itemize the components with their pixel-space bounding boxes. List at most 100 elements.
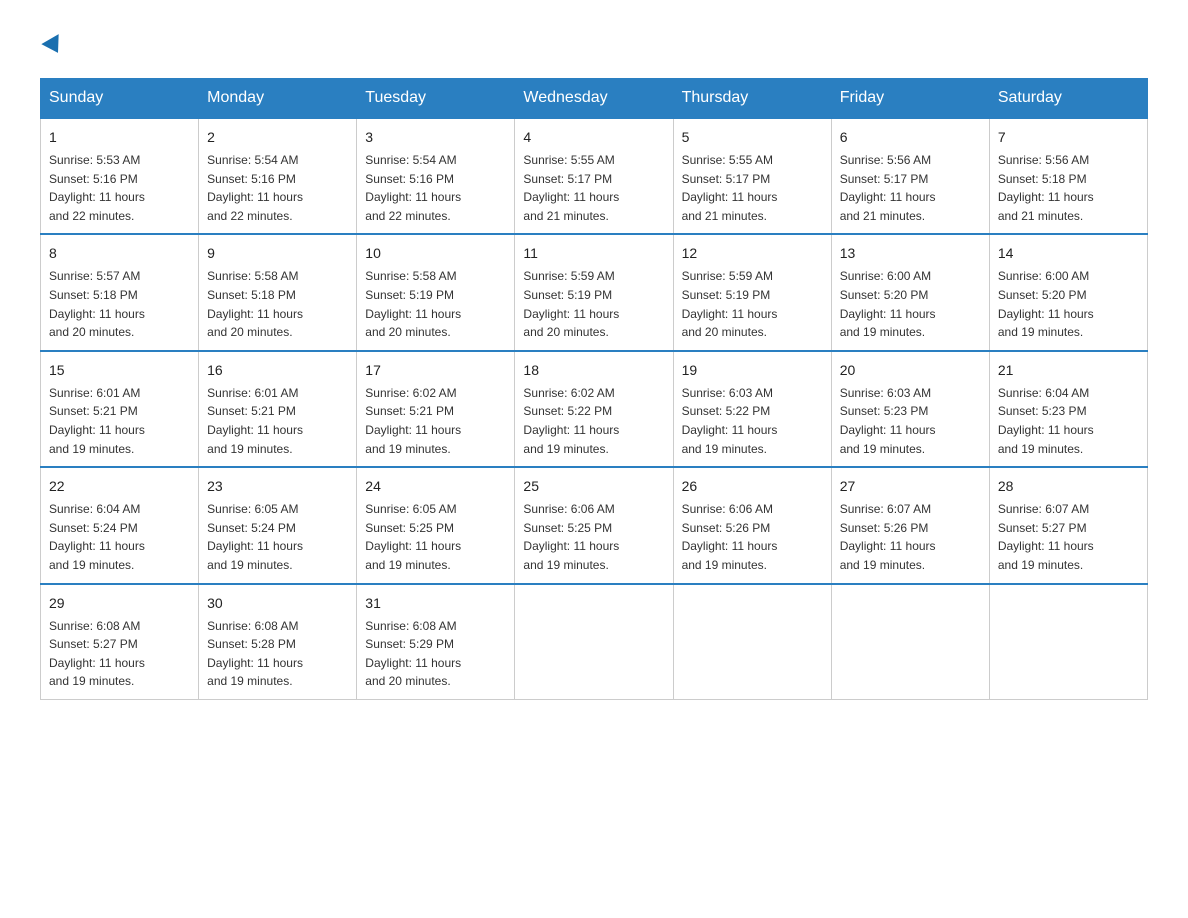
daylight-text: Daylight: 11 hours (207, 539, 303, 553)
sunrise-text: Sunrise: 6:00 AM (840, 269, 931, 283)
calendar-cell: 18 Sunrise: 6:02 AMSunset: 5:22 PMDayligh… (515, 351, 673, 467)
day-number: 23 (207, 476, 348, 497)
day-info: Sunrise: 6:07 AMSunset: 5:27 PMDaylight:… (998, 500, 1139, 574)
calendar-cell: 3 Sunrise: 5:54 AMSunset: 5:16 PMDaylight… (357, 118, 515, 234)
day-info: Sunrise: 6:06 AMSunset: 5:25 PMDaylight:… (523, 500, 664, 574)
calendar-cell: 29Sunrise: 6:08 AMSunset: 5:27 PMDayligh… (41, 584, 199, 700)
day-info: Sunrise: 6:00 AM Sunset: 5:20 PM Daylight:… (840, 267, 981, 341)
calendar-cell: 1Sunrise: 5:53 AMSunset: 5:16 PMDaylight… (41, 118, 199, 234)
sunrise-text: Sunrise: 5:54 AM (365, 153, 456, 167)
sunset-text: Sunset: 5:17 PM (682, 172, 771, 186)
daylight-minutes-text: and 20 minutes. (207, 325, 292, 339)
day-info: Sunrise: 5:59 AMSunset: 5:19 PMDaylight:… (682, 267, 823, 341)
calendar-table: SundayMondayTuesdayWednesdayThursdayFrid… (40, 78, 1148, 700)
sunset-text: Sunset: 5:24 PM (207, 521, 296, 535)
daylight-text: Daylight: 11 hours (207, 307, 303, 321)
calendar-cell: 13Sunrise: 6:00 AMSunset: 5:20 PMDayligh… (831, 234, 989, 350)
day-number: 18 (523, 360, 664, 381)
day-number: 24 (365, 476, 506, 497)
daylight-minutes-text: and 20 minutes. (523, 325, 608, 339)
daylight-text: Daylight: 11 hours (840, 307, 936, 321)
sunset-text: Sunset: 5:24 PM (49, 521, 138, 535)
day-info: Sunrise: 6:07 AMSunset: 5:26 PMDaylight:… (840, 500, 981, 574)
sunset-text: Sunset: 5:28 PM (207, 637, 296, 651)
col-header-friday: Friday (831, 79, 989, 119)
daylight-minutes-text: and 20 minutes. (49, 325, 134, 339)
day-info: Sunrise: 5:53 AMSunset: 5:16 PMDaylight:… (49, 151, 190, 225)
sunrise-text: Sunrise: 6:04 AM (998, 386, 1089, 400)
col-header-sunday: Sunday (41, 79, 199, 119)
daylight-text: Daylight: 11 hours (365, 190, 461, 204)
sunrise-text: Sunrise: 6:03 AM (840, 386, 931, 400)
sunrise-text: Sunrise: 6:02 AM (523, 386, 614, 400)
calendar-header-row: SundayMondayTuesdayWednesdayThursdayFrid… (41, 79, 1148, 119)
header (40, 30, 1148, 58)
calendar-cell: 9Sunrise: 5:58 AMSunset: 5:18 PMDaylight… (199, 234, 357, 350)
logo (40, 30, 64, 58)
sunrise-text: Sunrise: 6:07 AM (840, 502, 931, 516)
daylight-text: Daylight: 11 hours (49, 307, 145, 321)
calendar-cell: 22Sunrise: 6:04 AMSunset: 5:24 PMDayligh… (41, 467, 199, 583)
calendar-cell: 20Sunrise: 6:03 AMSunset: 5:23 PMDayligh… (831, 351, 989, 467)
sunrise-text: Sunrise: 6:01 AM (49, 386, 140, 400)
day-number: 12 (682, 243, 823, 264)
calendar-cell: 24Sunrise: 6:05 AMSunset: 5:25 PMDayligh… (357, 467, 515, 583)
day-number: 3 (365, 127, 506, 148)
daylight-minutes-text: and 20 minutes. (365, 325, 450, 339)
calendar-week-row: 22Sunrise: 6:04 AMSunset: 5:24 PMDayligh… (41, 467, 1148, 583)
daylight-text: Daylight: 11 hours (998, 423, 1094, 437)
day-info: Sunrise: 5:56 AMSunset: 5:17 PMDaylight:… (840, 151, 981, 225)
sunset-text: Sunset: 5:27 PM (49, 637, 138, 651)
daylight-text: Daylight: 11 hours (682, 307, 778, 321)
sunrise-text: Sunrise: 5:56 AM (840, 153, 931, 167)
sunset-text: Sunset: 5:18 PM (207, 288, 296, 302)
day-number: 31 (365, 593, 506, 614)
calendar-cell: 16Sunrise: 6:01 AMSunset: 5:21 PMDayligh… (199, 351, 357, 467)
daylight-text: Daylight: 11 hours (207, 190, 303, 204)
sunset-text: Sunset: 5:19 PM (682, 288, 771, 302)
calendar-cell: 14Sunrise: 6:00 AMSunset: 5:20 PMDayligh… (989, 234, 1147, 350)
sunset-text: Sunset: 5:19 PM (365, 288, 454, 302)
day-info: Sunrise: 6:00 AMSunset: 5:20 PMDaylight:… (998, 267, 1139, 341)
daylight-minutes-text: and 19 minutes. (840, 558, 925, 572)
daylight-minutes-text: and 19 minutes. (365, 558, 450, 572)
daylight-minutes-text: and 21 minutes. (523, 209, 608, 223)
sunrise-text: Sunrise: 5:57 AM (49, 269, 140, 283)
day-info: Sunrise: 6:02 AMSunset: 5:22 PMDaylight:… (523, 384, 664, 458)
day-info: Sunrise: 6:03 AM Sunset: 5:23 PM Daylight:… (840, 384, 981, 458)
sunset-text: Sunset: 5:20 PM (840, 288, 929, 302)
daylight-minutes-text: and 19 minutes. (49, 558, 134, 572)
day-info: Sunrise: 6:06 AMSunset: 5:26 PMDaylight:… (682, 500, 823, 574)
day-number: 10 (365, 243, 506, 264)
daylight-minutes-text: and 19 minutes. (207, 674, 292, 688)
sunset-text: Sunset: 5:23 PM (840, 404, 929, 418)
calendar-cell: 17Sunrise: 6:02 AMSunset: 5:21 PMDayligh… (357, 351, 515, 467)
daylight-text: Daylight: 11 hours (840, 423, 936, 437)
calendar-cell: 25Sunrise: 6:06 AMSunset: 5:25 PMDayligh… (515, 467, 673, 583)
day-info: Sunrise: 6:03 AMSunset: 5:22 PMDaylight:… (682, 384, 823, 458)
calendar-cell (673, 584, 831, 700)
day-info: Sunrise: 6:01 AMSunset: 5:21 PMDaylight:… (49, 384, 190, 458)
day-info: Sunrise: 6:04 AMSunset: 5:24 PMDaylight:… (49, 500, 190, 574)
col-header-wednesday: Wednesday (515, 79, 673, 119)
day-number: 17 (365, 360, 506, 381)
calendar-cell: 12 Sunrise: 5:59 AMSunset: 5:19 PMDayligh… (673, 234, 831, 350)
calendar-cell: 6Sunrise: 5:56 AMSunset: 5:17 PMDaylight… (831, 118, 989, 234)
col-header-tuesday: Tuesday (357, 79, 515, 119)
daylight-text: Daylight: 11 hours (840, 190, 936, 204)
daylight-minutes-text: and 19 minutes. (49, 442, 134, 456)
daylight-minutes-text: and 19 minutes. (998, 325, 1083, 339)
day-info: Sunrise: 5:54 AMSunset: 5:16 PMDaylight:… (365, 151, 506, 225)
daylight-text: Daylight: 11 hours (682, 539, 778, 553)
logo-triangle-icon (41, 34, 66, 58)
sunset-text: Sunset: 5:20 PM (998, 288, 1087, 302)
calendar-cell: 15Sunrise: 6:01 AMSunset: 5:21 PMDayligh… (41, 351, 199, 467)
daylight-text: Daylight: 11 hours (998, 539, 1094, 553)
daylight-minutes-text: and 22 minutes. (365, 209, 450, 223)
sunset-text: Sunset: 5:26 PM (682, 521, 771, 535)
sunset-text: Sunset: 5:22 PM (682, 404, 771, 418)
sunrise-text: Sunrise: 5:58 AM (365, 269, 456, 283)
sunrise-text: Sunrise: 5:59 AM (523, 269, 614, 283)
day-info: Sunrise: 5:58 AMSunset: 5:19 PMDaylight:… (365, 267, 506, 341)
calendar-cell: 26Sunrise: 6:06 AMSunset: 5:26 PMDayligh… (673, 467, 831, 583)
